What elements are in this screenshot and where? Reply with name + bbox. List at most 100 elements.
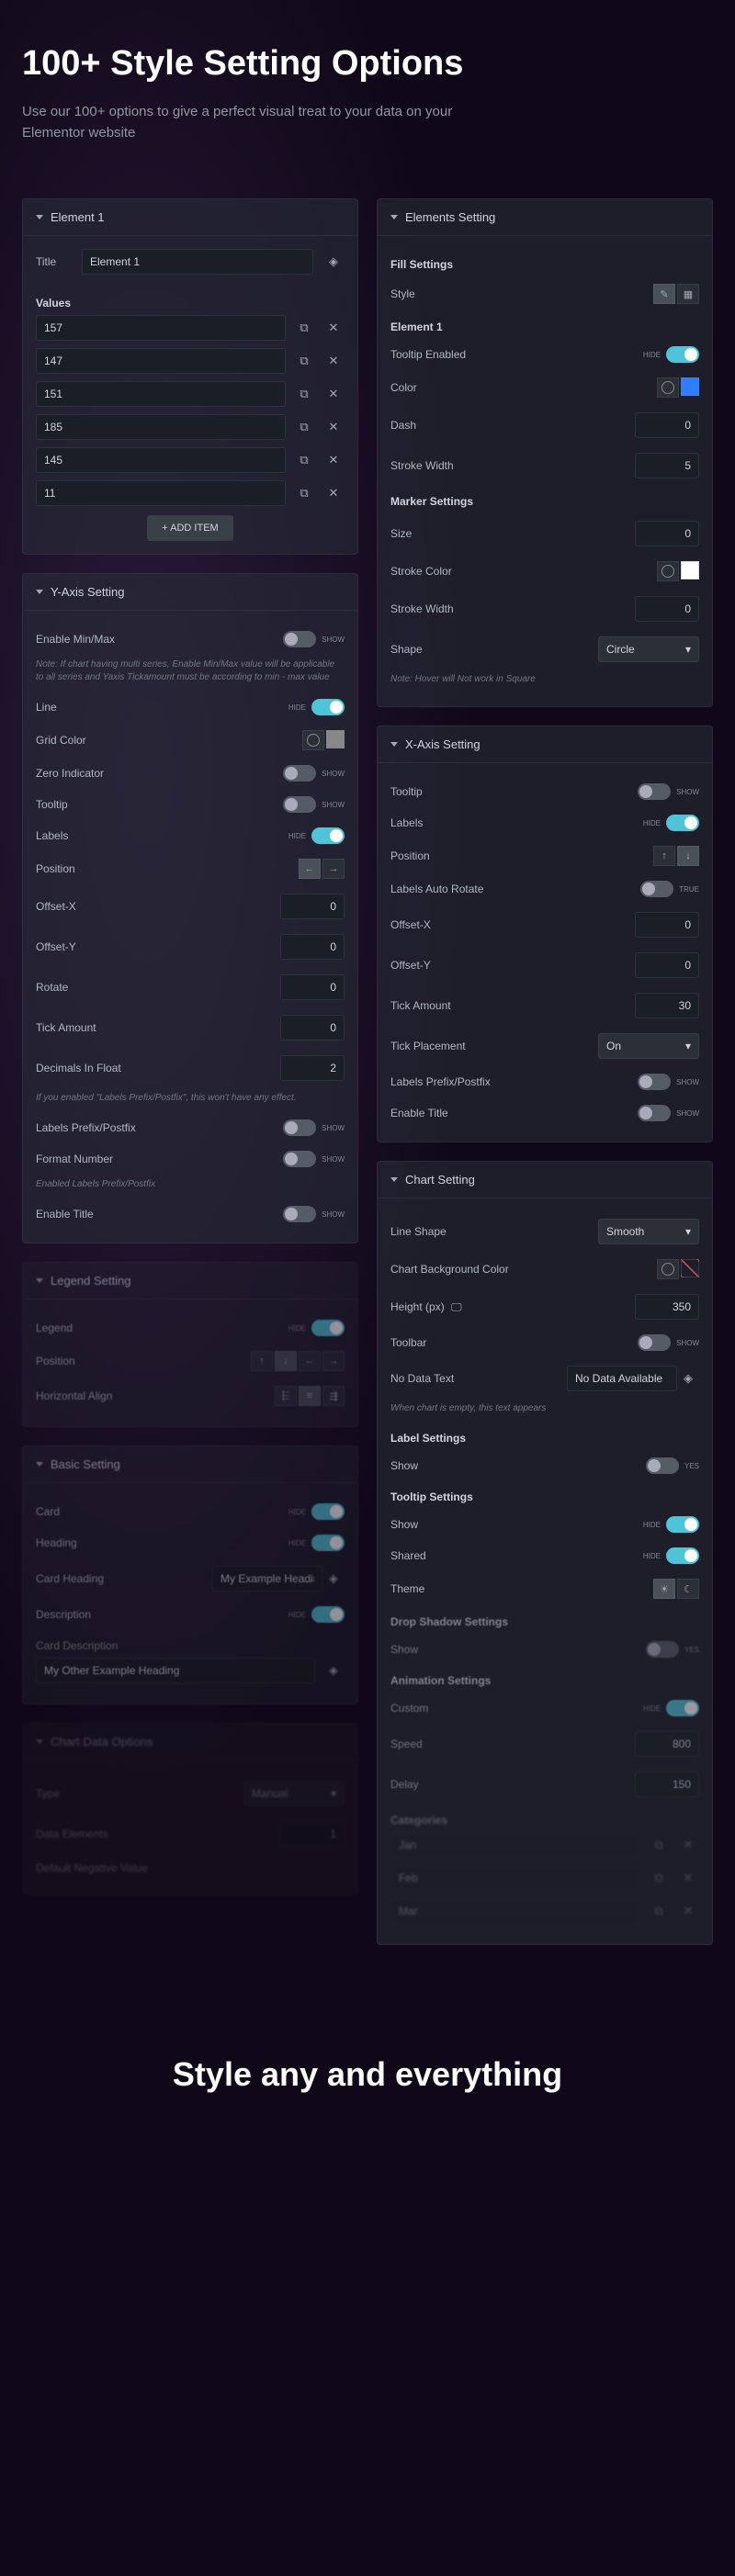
offsety-input[interactable] [280,934,345,960]
carddesc-input[interactable] [36,1658,315,1683]
pos-left-button[interactable]: ← [299,859,321,879]
x-tickamount-input[interactable] [635,993,699,1018]
copy-icon[interactable]: ⧉ [648,1834,670,1856]
value-input[interactable] [36,447,286,473]
sun-icon[interactable]: ☀ [653,1579,675,1599]
labelshow-toggle[interactable] [646,1457,679,1474]
panel-header[interactable]: Element 1 [23,199,357,236]
nodata-input[interactable] [567,1366,677,1391]
align-center-button[interactable]: ≡ [299,1386,321,1406]
globe-icon[interactable] [302,730,324,750]
panel-header[interactable]: Y-Axis Setting [23,574,357,611]
legend-toggle[interactable] [311,1320,345,1336]
format-toggle[interactable] [283,1151,316,1167]
enable-minmax-toggle[interactable] [283,631,316,647]
close-icon[interactable]: ✕ [677,1867,699,1889]
tickplacement-select[interactable]: On▾ [598,1033,699,1059]
strokewidth2-input[interactable] [635,596,699,622]
x-offsety-input[interactable] [635,952,699,978]
grid-icon[interactable]: ▦ [677,284,699,304]
align-right-button[interactable]: ⇶ [322,1386,345,1406]
dynamic-icon[interactable]: ◈ [677,1367,699,1389]
decimals-input[interactable] [280,1055,345,1081]
globe-icon[interactable] [657,377,679,398]
copy-icon[interactable]: ⧉ [648,1900,670,1922]
tickamount-input[interactable] [280,1015,345,1041]
tooltipenabled-toggle[interactable] [666,346,699,363]
strokecolor-swatch[interactable] [681,561,699,579]
enabletitle-toggle[interactable] [283,1206,316,1222]
speed-input[interactable] [635,1731,699,1757]
title-input[interactable] [82,249,313,275]
delay-input[interactable] [635,1772,699,1797]
dynamic-icon[interactable]: ◈ [322,251,345,273]
x-prefix-toggle[interactable] [638,1074,671,1090]
panel-header[interactable]: Chart Data Options [23,1724,357,1760]
month-input[interactable] [390,1832,640,1858]
line-toggle[interactable] [311,699,345,715]
pos-down-button[interactable]: ↓ [677,846,699,866]
autorotate-toggle[interactable] [640,881,673,897]
close-icon[interactable]: ✕ [322,350,345,372]
close-icon[interactable]: ✕ [677,1900,699,1922]
month-input[interactable] [390,1865,640,1891]
panel-header[interactable]: Legend Setting [23,1263,357,1299]
copy-icon[interactable]: ⧉ [293,449,315,471]
value-input[interactable] [36,315,286,341]
add-item-button[interactable]: + ADD ITEM [147,515,232,541]
labels-toggle[interactable] [311,827,345,844]
close-icon[interactable]: ✕ [322,449,345,471]
zero-toggle[interactable] [283,765,316,782]
x-tooltip-toggle[interactable] [638,783,671,800]
toolbar-toggle[interactable] [638,1334,671,1351]
height-input[interactable] [635,1294,699,1320]
copy-icon[interactable]: ⧉ [293,416,315,438]
offsetx-input[interactable] [280,894,345,919]
align-left-button[interactable]: ⬱ [275,1386,297,1406]
panel-header[interactable]: X-Axis Setting [378,726,712,763]
pos-down-button[interactable]: ↓ [275,1351,297,1371]
gridcolor-swatch[interactable] [326,730,345,748]
size-input[interactable] [635,521,699,546]
chartbg-swatch[interactable] [681,1259,699,1277]
type-select[interactable]: Manual▾ [243,1781,345,1806]
close-icon[interactable]: ✕ [322,317,345,339]
globe-icon[interactable] [657,1259,679,1279]
copy-icon[interactable]: ⧉ [293,317,315,339]
shape-select[interactable]: Circle▾ [598,636,699,662]
copy-icon[interactable]: ⧉ [293,383,315,405]
close-icon[interactable]: ✕ [322,416,345,438]
pos-up-button[interactable]: ↑ [251,1351,273,1371]
copy-icon[interactable]: ⧉ [293,350,315,372]
desktop-icon[interactable]: 🖵 [451,1300,462,1313]
lineshape-select[interactable]: Smooth▾ [598,1219,699,1244]
x-offsetx-input[interactable] [635,912,699,938]
color-swatch[interactable] [681,377,699,396]
pos-right-button[interactable]: → [322,1351,345,1371]
custom-toggle[interactable] [666,1700,699,1716]
pos-up-button[interactable]: ↑ [653,846,675,866]
copy-icon[interactable]: ⧉ [293,482,315,504]
close-icon[interactable]: ✕ [322,383,345,405]
pos-left-button[interactable]: ← [299,1351,321,1371]
value-input[interactable] [36,381,286,407]
globe-icon[interactable] [657,561,679,581]
value-input[interactable] [36,414,286,440]
panel-header[interactable]: Basic Setting [23,1446,357,1483]
value-input[interactable] [36,348,286,374]
tooltip-toggle[interactable] [283,796,316,813]
pos-right-button[interactable]: → [322,859,345,879]
desc-toggle[interactable] [311,1606,345,1623]
dsshow-toggle[interactable] [646,1641,679,1658]
x-enabletitle-toggle[interactable] [638,1105,671,1121]
moon-icon[interactable]: ☾ [677,1579,699,1599]
value-input[interactable] [36,480,286,506]
close-icon[interactable]: ✕ [677,1834,699,1856]
heading-toggle[interactable] [311,1535,345,1551]
close-icon[interactable]: ✕ [322,482,345,504]
prefix-toggle[interactable] [283,1119,316,1136]
cardheading-input[interactable] [212,1566,322,1592]
dataelem-input[interactable] [280,1821,345,1847]
dynamic-icon[interactable]: ◈ [322,1659,345,1682]
panel-header[interactable]: Chart Setting [378,1162,712,1198]
